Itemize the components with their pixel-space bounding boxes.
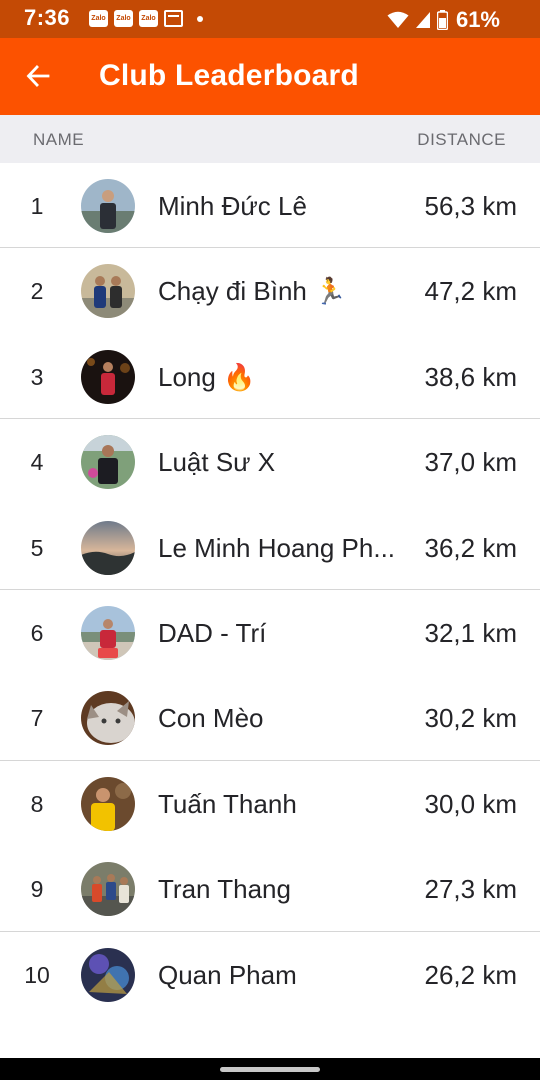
avatar[interactable] — [81, 862, 135, 917]
athlete-name[interactable]: Tuấn Thanh — [158, 789, 406, 820]
leaderboard-row[interactable]: 7 Con Mèo 30,2 km — [0, 675, 540, 761]
wifi-icon — [387, 11, 409, 28]
status-time: 7:36 — [24, 5, 71, 30]
athlete-name[interactable]: Chạy đi Bình 🏃 — [158, 276, 406, 307]
rank: 5 — [30, 534, 44, 561]
leaderboard-row[interactable]: 1 Minh Đức Lê 56,3 km — [0, 163, 540, 249]
battery-percentage: 61% — [455, 7, 500, 32]
athlete-name[interactable]: Tran Thang — [158, 874, 406, 905]
avatar[interactable] — [81, 264, 135, 319]
rank: 1 — [30, 193, 44, 219]
leaderboard-row[interactable]: 8 Tuấn Thanh 30,0 km — [0, 761, 540, 846]
page-title: Club Leaderboard — [99, 59, 359, 92]
distance-value: 56,3 km — [424, 191, 518, 221]
rank: 4 — [30, 449, 44, 476]
battery-icon — [436, 10, 448, 30]
leaderboard-row[interactable]: 2 Chạy đi Bình 🏃 47,2 km — [0, 248, 540, 333]
zalo-notification-icon: Zalo — [89, 10, 108, 27]
avatar[interactable] — [81, 776, 135, 831]
avatar[interactable] — [81, 605, 135, 660]
distance-value: 30,0 km — [424, 788, 518, 819]
avatar[interactable] — [81, 349, 135, 404]
zalo-notification-icon: Zalo — [139, 10, 158, 27]
avatar[interactable] — [81, 435, 135, 490]
leaderboard-row[interactable]: 5 Le Minh Hoang Ph... 36,2 km — [0, 505, 540, 590]
distance-value: 32,1 km — [424, 617, 518, 648]
athlete-name[interactable]: Le Minh Hoang Ph... — [158, 533, 406, 564]
distance-value: 30,2 km — [424, 703, 518, 734]
distance-value: 26,2 km — [424, 959, 518, 990]
back-button[interactable] — [18, 56, 58, 96]
rank: 9 — [30, 876, 44, 903]
avatar[interactable] — [81, 520, 135, 575]
rank: 2 — [30, 278, 44, 305]
status-bar: 7:36 Zalo Zalo Zalo 61% — [0, 0, 540, 38]
athlete-name[interactable]: Long 🔥 — [158, 362, 406, 393]
distance-value: 36,2 km — [424, 532, 518, 563]
home-gesture-handle[interactable] — [220, 1067, 320, 1072]
screen: 7:36 Zalo Zalo Zalo 61% Club Leaderboard… — [0, 0, 540, 1080]
rank: 8 — [30, 790, 44, 817]
rank: 3 — [30, 363, 44, 390]
name-column-header: NAME — [33, 130, 85, 149]
status-right: 61% — [387, 7, 500, 33]
leaderboard-row[interactable]: 6 DAD - Trí 32,1 km — [0, 590, 540, 675]
more-notifications-dot-icon — [197, 15, 203, 22]
athlete-name[interactable]: Con Mèo — [158, 703, 406, 734]
distance-column-header: DISTANCE — [417, 130, 506, 149]
leaderboard-row[interactable]: 9 Tran Thang 27,3 km — [0, 846, 540, 932]
column-header: NAME DISTANCE — [0, 115, 540, 163]
distance-value: 47,2 km — [424, 276, 518, 307]
leaderboard-row[interactable]: 10 Quan Pham 26,2 km — [0, 932, 540, 1017]
zalo-notification-icon: Zalo — [114, 10, 133, 27]
calendar-notification-icon — [164, 10, 183, 27]
signal-icon — [415, 12, 430, 28]
avatar[interactable] — [81, 947, 135, 1002]
rank: 10 — [24, 961, 50, 988]
navigation-bar — [0, 1058, 540, 1080]
athlete-name[interactable]: Luật Sư X — [158, 447, 406, 478]
rank: 6 — [30, 619, 44, 646]
rank: 7 — [30, 705, 44, 732]
avatar[interactable] — [81, 179, 135, 233]
distance-value: 27,3 km — [424, 874, 518, 905]
arrow-left-icon — [26, 65, 50, 87]
athlete-name[interactable]: DAD - Trí — [158, 618, 406, 649]
athlete-name[interactable]: Minh Đức Lê — [158, 191, 406, 222]
leaderboard-row[interactable]: 3 Long 🔥 38,6 km — [0, 334, 540, 420]
distance-value: 37,0 km — [424, 447, 518, 478]
athlete-name[interactable]: Quan Pham — [158, 960, 406, 991]
notification-icons: Zalo Zalo Zalo — [89, 10, 203, 27]
avatar[interactable] — [81, 691, 135, 746]
leaderboard-list: 1 Minh Đức Lê 56,3 km 2 Chạy đi Bình 🏃 4… — [0, 163, 540, 1017]
leaderboard-row[interactable]: 4 Luật Sư X 37,0 km — [0, 419, 540, 504]
app-bar: Club Leaderboard — [0, 38, 540, 115]
distance-value: 38,6 km — [424, 361, 518, 392]
